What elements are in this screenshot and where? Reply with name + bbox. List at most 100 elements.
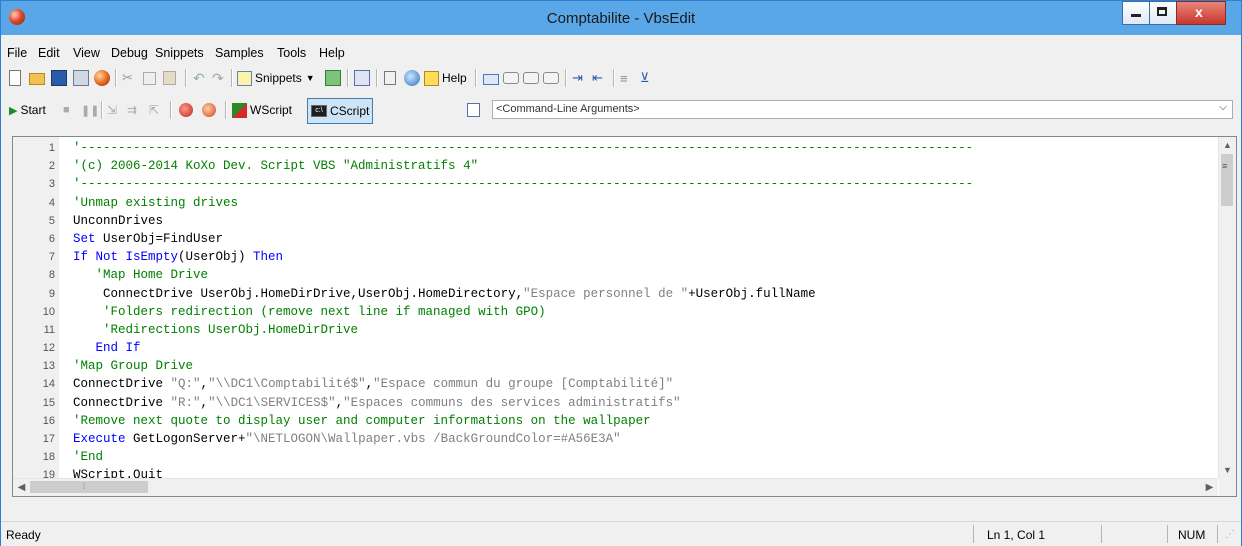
- stop-button[interactable]: ■: [63, 100, 70, 120]
- code-line[interactable]: 5 UnconnDrives: [13, 212, 1218, 230]
- menu-file[interactable]: File: [7, 46, 27, 60]
- maximize-button[interactable]: [1149, 1, 1177, 25]
- status-message: Ready: [6, 528, 41, 542]
- code-line[interactable]: 14 ConnectDrive "Q:","\\DC1\Comptabilité$…: [13, 375, 1218, 393]
- redo-button[interactable]: ↷: [212, 68, 224, 88]
- clear-breakpoints-button[interactable]: [202, 100, 216, 120]
- menu-tools[interactable]: Tools: [277, 46, 306, 60]
- code-editor[interactable]: 1 '--------------------------------------…: [12, 136, 1237, 497]
- scroll-left-icon[interactable]: ◀: [13, 479, 30, 496]
- code-text: End If: [73, 339, 141, 357]
- code-line[interactable]: 2 '(c) 2006-2014 KoXo Dev. Script VBS "Ad…: [13, 157, 1218, 175]
- help-icon: [424, 70, 439, 86]
- menu-snippets[interactable]: Snippets: [155, 46, 204, 60]
- menu-help[interactable]: Help: [319, 46, 345, 60]
- code-line[interactable]: 3 '--------------------------------------…: [13, 175, 1218, 193]
- code-line[interactable]: 1 '--------------------------------------…: [13, 139, 1218, 157]
- start-button[interactable]: ▶ Start: [9, 100, 46, 120]
- output-button[interactable]: [467, 100, 480, 120]
- save-button[interactable]: [51, 68, 67, 88]
- chevron-down-icon[interactable]: ⌵: [1216, 102, 1230, 117]
- save-all-button[interactable]: [73, 68, 89, 88]
- object-browser-icon: [354, 70, 370, 86]
- code-token: ,: [365, 377, 374, 392]
- code-token: '(c) 2006-2014 KoXo Dev. Script VBS "Adm…: [73, 159, 479, 174]
- step-out-button[interactable]: ⇱: [149, 100, 159, 120]
- indent-button[interactable]: ⇥: [572, 68, 583, 88]
- bookmark-button[interactable]: [523, 68, 539, 88]
- object-browser-button[interactable]: [354, 68, 370, 88]
- code-line[interactable]: 7 If Not IsEmpty(UserObj) Then: [13, 248, 1218, 266]
- insert-button[interactable]: [325, 68, 341, 88]
- cut-button[interactable]: ✂: [122, 68, 133, 88]
- code-lines[interactable]: 1 '--------------------------------------…: [13, 139, 1218, 496]
- find-button[interactable]: [384, 68, 396, 88]
- horizontal-scrollbar[interactable]: ◀ ⦙ ▶: [13, 478, 1218, 496]
- menu-debug[interactable]: Debug: [111, 46, 148, 60]
- code-line[interactable]: 15 ConnectDrive "R:","\\DC1\SERVICES$","E…: [13, 394, 1218, 412]
- wrap-button[interactable]: ≡: [620, 68, 628, 88]
- close-button[interactable]: x: [1176, 1, 1226, 25]
- code-token: +UserObj.fullName: [688, 286, 816, 301]
- scroll-right-icon[interactable]: ▶: [1201, 479, 1218, 496]
- paste-icon: [163, 71, 176, 85]
- code-line[interactable]: 8 'Map Home Drive: [13, 266, 1218, 284]
- code-token: Set: [73, 231, 104, 246]
- code-line[interactable]: 12 End If: [13, 339, 1218, 357]
- horizontal-scroll-thumb[interactable]: [30, 481, 148, 493]
- app-window: Comptabilite - VbsEdit x File Edit View …: [0, 0, 1242, 546]
- code-line[interactable]: 16 'Remove next quote to display user and…: [13, 412, 1218, 430]
- step-into-button[interactable]: ⇲: [107, 100, 117, 120]
- step-out-icon: ⇱: [149, 103, 160, 117]
- comment-button[interactable]: [483, 68, 499, 88]
- code-line[interactable]: 18 'End: [13, 448, 1218, 466]
- step-over-button[interactable]: ⇉: [127, 100, 137, 120]
- help-button[interactable]: Help: [424, 68, 467, 88]
- debug-button[interactable]: [404, 68, 420, 88]
- code-line[interactable]: 17 Execute GetLogonServer+"\NETLOGON\Wall…: [13, 430, 1218, 448]
- outdent-icon: ⇤: [592, 70, 603, 85]
- code-line[interactable]: 9 ConnectDrive UserObj.HomeDirDrive,User…: [13, 285, 1218, 303]
- code-line[interactable]: 10 'Folders redirection (remove next lin…: [13, 303, 1218, 321]
- title-bar[interactable]: Comptabilite - VbsEdit x: [1, 1, 1241, 35]
- code-line[interactable]: 13 'Map Group Drive: [13, 357, 1218, 375]
- insert-icon: [325, 70, 341, 86]
- menu-view[interactable]: View: [73, 46, 100, 60]
- uncomment-button[interactable]: [503, 68, 519, 88]
- code-line[interactable]: 6 Set UserObj=FindUser: [13, 230, 1218, 248]
- undo-button[interactable]: ↶: [193, 68, 205, 88]
- open-button[interactable]: [29, 68, 45, 88]
- code-token: Then: [253, 250, 284, 265]
- copy-button[interactable]: [143, 68, 156, 88]
- code-text: 'Folders redirection (remove next line i…: [73, 303, 546, 321]
- menu-edit[interactable]: Edit: [38, 46, 60, 60]
- wscript-button[interactable]: WScript: [232, 100, 292, 120]
- outdent-button[interactable]: ⇤: [592, 68, 603, 88]
- pause-button[interactable]: ❚❚: [81, 100, 99, 120]
- resize-grip-icon[interactable]: ⋰: [1225, 529, 1235, 540]
- vertical-scrollbar[interactable]: ▲ ≡ ▼: [1218, 137, 1236, 479]
- run-button[interactable]: [94, 68, 110, 88]
- new-file-button[interactable]: [9, 68, 21, 88]
- code-token: "Espaces communs des services administra…: [343, 395, 681, 410]
- breakpoint-button[interactable]: [179, 100, 193, 120]
- misc-button[interactable]: ⊻: [640, 68, 650, 88]
- menu-samples[interactable]: Samples: [215, 46, 264, 60]
- scroll-up-icon[interactable]: ▲: [1219, 137, 1236, 154]
- code-line[interactable]: 4 'Unmap existing drives: [13, 194, 1218, 212]
- code-token: 'End: [73, 450, 104, 465]
- cscript-button[interactable]: c:\ CScript: [307, 98, 374, 124]
- menu-bar: File Edit View Debug Snippets Samples To…: [1, 43, 1241, 63]
- undo-icon: ↶: [193, 69, 205, 86]
- command-line-arguments-input[interactable]: <Command-Line Arguments> ⌵: [492, 100, 1233, 119]
- scroll-down-icon[interactable]: ▼: [1219, 462, 1236, 479]
- minimize-button[interactable]: [1122, 1, 1150, 25]
- copy-icon: [143, 71, 156, 85]
- code-line[interactable]: 11 'Redirections UserObj.HomeDirDrive: [13, 321, 1218, 339]
- paste-button[interactable]: [163, 68, 176, 88]
- num-lock-indicator: NUM: [1178, 528, 1206, 542]
- clear-bookmark-button[interactable]: [543, 68, 559, 88]
- code-token: '---------------------------------------…: [73, 177, 974, 192]
- snippets-button[interactable]: Snippets ▼: [237, 68, 315, 88]
- code-token: "Espace commun du groupe [Comptabilité]": [373, 377, 674, 392]
